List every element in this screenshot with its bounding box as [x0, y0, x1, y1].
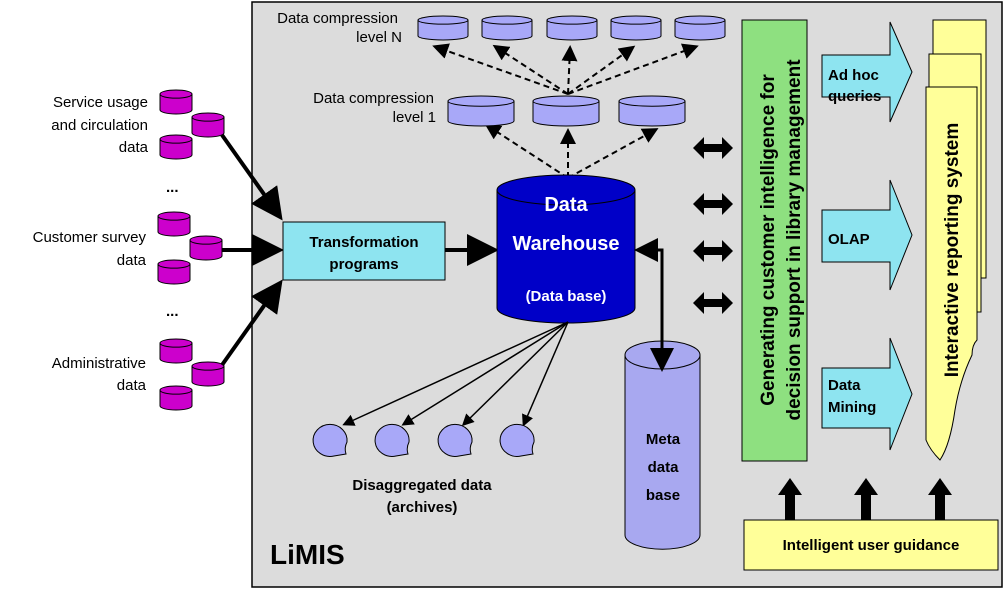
source-database-icon: [157, 211, 191, 237]
source-database-icon: [159, 134, 193, 160]
compression-n-database-icon: [417, 15, 469, 41]
compression-1-database-icon: [618, 95, 686, 127]
diagram-canvas: Service usage and circulation data ... C…: [33, 1, 1003, 588]
ellipsis-2: ...: [166, 303, 179, 320]
source-1-line-2: and circulation: [51, 117, 148, 134]
tool-mining-line-2: Mining: [828, 399, 876, 416]
source-database-icon: [189, 235, 223, 261]
source-database-icon: [157, 259, 191, 285]
compression-n-line-1: Data compression: [277, 10, 398, 27]
source-databases: [157, 89, 225, 411]
meta-line-1: Meta: [646, 431, 681, 448]
archive-icon: [312, 423, 348, 457]
source-1-line-3: data: [119, 139, 149, 156]
warehouse-line-2: Warehouse: [512, 233, 619, 255]
compression-n-database-icon: [481, 15, 533, 41]
source-database-icon: [191, 361, 225, 387]
intelligence-line-2: decision support in library management: [784, 59, 805, 421]
warehouse-line-1: Data: [544, 194, 588, 216]
compression-1-database-icon: [447, 95, 515, 127]
source-database-icon: [159, 385, 193, 411]
compression-n-line-2: level N: [356, 29, 402, 46]
meta-line-2: data: [648, 459, 680, 476]
compression-1-line-2: level 1: [393, 109, 436, 126]
source-3-line-2: data: [117, 377, 147, 394]
limis-architecture-diagram: Service usage and circulation data ... C…: [0, 0, 1004, 589]
source-database-icon: [159, 89, 193, 115]
archive-icon: [499, 423, 535, 457]
source-2-line-1: Customer survey: [33, 229, 147, 246]
disaggregated-line-2: (archives): [387, 499, 458, 516]
disaggregated-line-1: Disaggregated data: [352, 477, 492, 494]
source-database-icon: [191, 112, 225, 138]
source-1-line-1: Service usage: [53, 94, 148, 111]
reporting-label: Interactive reporting system: [942, 123, 963, 377]
tool-mining-line-1: Data: [828, 377, 861, 394]
source-2-line-2: data: [117, 252, 147, 269]
source-database-icon: [159, 338, 193, 364]
tool-olap: OLAP: [828, 231, 870, 248]
intelligence-line-1: Generating customer intelligence for: [758, 74, 779, 406]
source-labels: Service usage and circulation data ... C…: [33, 94, 179, 394]
meta-line-3: base: [646, 487, 680, 504]
archive-icon: [437, 423, 473, 457]
compression-n-database-icon: [610, 15, 662, 41]
source-3-line-1: Administrative: [52, 355, 146, 372]
warehouse-line-3: (Data base): [526, 288, 607, 305]
guidance-label: Intelligent user guidance: [783, 537, 960, 554]
limis-label: LiMIS: [270, 539, 345, 570]
compression-1-database-icon: [532, 95, 600, 127]
compression-n-database-icon: [546, 15, 598, 41]
tool-adhoc-line-1: Ad hoc: [828, 67, 879, 84]
transformation-line-1: Transformation: [309, 234, 418, 251]
transformation-line-2: programs: [329, 256, 398, 273]
ellipsis-1: ...: [166, 179, 179, 196]
tool-adhoc-line-2: queries: [828, 88, 881, 105]
compression-n-database-icon: [674, 15, 726, 41]
archive-icon: [374, 423, 410, 457]
compression-1-line-1: Data compression: [313, 90, 434, 107]
